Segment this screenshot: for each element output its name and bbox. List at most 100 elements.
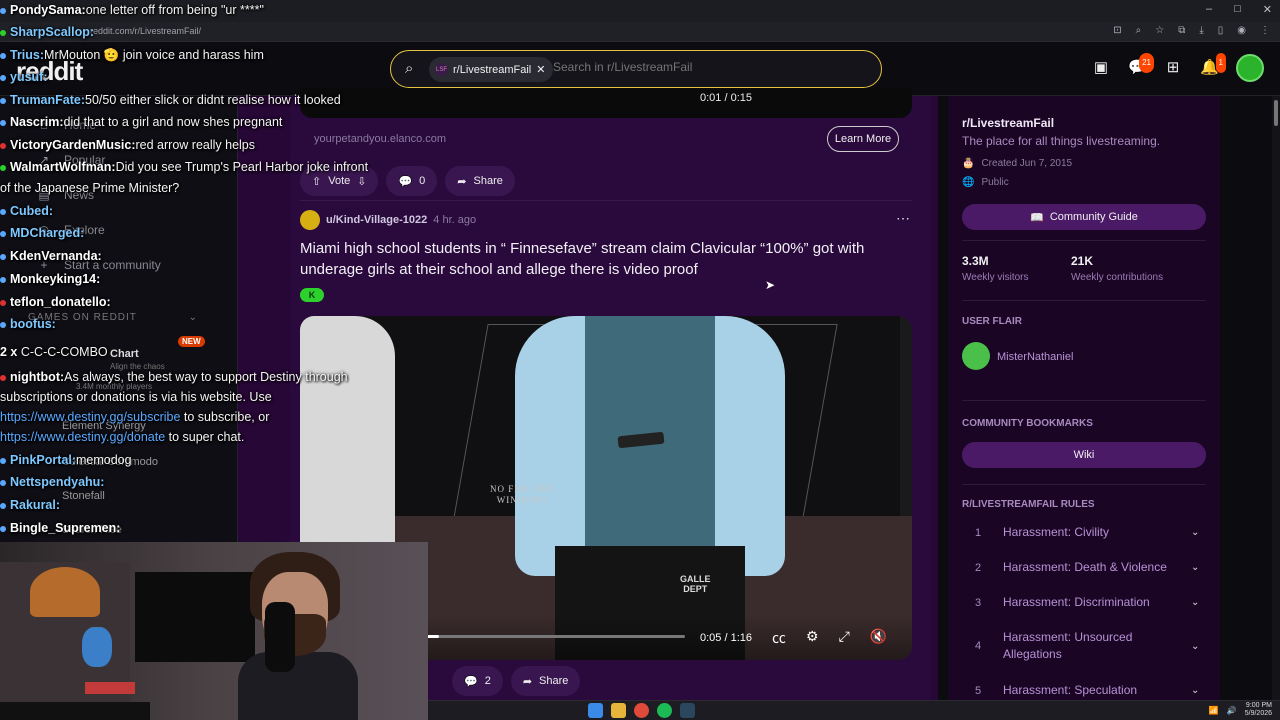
rule-text: Harassment: Discrimination [1003, 595, 1150, 609]
cake-icon: 🎂 [962, 158, 975, 169]
rule-item[interactable]: 4 Harassment: Unsourced Allegations ⌄ [975, 629, 1205, 663]
chat-username[interactable]: 2 x [0, 345, 21, 359]
settings-gear-icon[interactable]: ⚙ [806, 628, 819, 648]
chat-username[interactable]: TrumanFate: [10, 93, 85, 107]
ad-share-button[interactable]: ➦ Share [445, 166, 515, 196]
chat-message: PondySama:one letter off from being "ur … [0, 0, 264, 20]
captions-icon[interactable]: ㏄ [772, 628, 786, 648]
chat-text: memodog [76, 453, 132, 467]
profile-icon[interactable]: ◉ [1237, 25, 1246, 36]
rule-item[interactable]: 2 Harassment: Death & Violence ⌄ [975, 559, 1205, 576]
chat-username[interactable]: Rakural: [10, 498, 60, 512]
chat-username[interactable]: WalmartWolfman: [10, 160, 116, 174]
chat-link[interactable]: https://www.destiny.gg/donate [0, 430, 165, 444]
rule-text: Harassment: Death & Violence [1003, 560, 1167, 574]
rule-number: 4 [975, 640, 982, 652]
menu-dots-icon[interactable]: ⋮ [1260, 25, 1270, 36]
chat-message: Monkeyking14: [0, 269, 100, 289]
wiki-button[interactable]: Wiki [962, 442, 1206, 468]
chat-text: subscriptions or donations is via his we… [0, 390, 272, 404]
scrollbar-thumb[interactable] [1274, 100, 1278, 126]
create-post-icon[interactable]: ⊞ [1164, 59, 1182, 77]
chat-message: SharpScallop: [0, 22, 94, 42]
mute-icon[interactable]: 🔇 [870, 628, 887, 648]
minimize-button[interactable]: – [1206, 3, 1212, 16]
post-comments-button[interactable]: 💬 2 [452, 666, 503, 696]
globe-icon: 🌐 [962, 177, 975, 188]
downloads-icon[interactable]: ⤓ [1199, 25, 1203, 36]
chat-message: Nascrim:did that to a girl and now shes … [0, 112, 282, 132]
chat-username[interactable]: VictoryGardenMusic: [10, 138, 136, 152]
chat-username[interactable]: Trius: [10, 48, 44, 62]
chat-message: TrumanFate:50/50 either slick or didnt r… [0, 90, 341, 110]
windows-start-icon[interactable] [588, 703, 603, 718]
user-avatar[interactable] [1236, 54, 1264, 82]
chat-username[interactable]: Monkeyking14: [10, 272, 100, 286]
search-input[interactable] [553, 60, 853, 74]
chat-username[interactable]: Nascrim: [10, 115, 64, 129]
chat-link[interactable]: https://www.destiny.gg/subscribe [0, 410, 180, 424]
chat-message: Nettspendyahu: [0, 472, 104, 492]
window-controls: – □ ✕ [1206, 3, 1272, 16]
maximize-button[interactable]: □ [1234, 3, 1241, 16]
chat-username[interactable]: Cubed: [10, 204, 53, 218]
bookmarks-heading: COMMUNITY BOOKMARKS [962, 418, 1093, 429]
user-flair-avatar[interactable] [962, 342, 990, 370]
mouse-cursor-icon: ➤ [765, 278, 776, 292]
chrome-icon[interactable] [634, 703, 649, 718]
chat-username[interactable]: teflon_donatello: [10, 295, 111, 309]
chat-message: of the Japanese Prime Minister? [0, 178, 179, 198]
stream-chat-overlay: PondySama:one letter off from being "ur … [0, 0, 420, 545]
rule-item[interactable]: 3 Harassment: Discrimination ⌄ [975, 594, 1205, 611]
rule-item[interactable]: 5 Harassment: Speculation ⌄ [975, 682, 1205, 699]
chat-username[interactable]: nightbot: [10, 370, 64, 384]
extensions-icon[interactable]: ⧉ [1178, 25, 1185, 36]
chat-username[interactable]: KdenVernanda: [10, 249, 102, 263]
fullscreen-icon[interactable]: ⤢ [839, 628, 850, 648]
user-flair-name[interactable]: MisterNathaniel [997, 351, 1073, 363]
chat-username[interactable]: MDCharged: [10, 226, 84, 240]
chat-badge-icon [0, 525, 6, 532]
chat-badge-icon [0, 299, 6, 306]
rule-item[interactable]: 1 Harassment: Civility ⌄ [975, 524, 1205, 541]
sidebar-icon[interactable]: ▯ [1218, 25, 1224, 36]
spotify-icon[interactable] [657, 703, 672, 718]
chat-message: MDCharged: [0, 223, 84, 243]
community-guide-button[interactable]: 📖 Community Guide [962, 204, 1206, 230]
chat-username[interactable]: PinkPortal: [10, 453, 76, 467]
chat-username[interactable]: SharpScallop: [10, 25, 94, 39]
chat-username[interactable]: Nettspendyahu: [10, 475, 104, 489]
search-scope-chip[interactable]: LSF r/LivestreamFail ✕ [429, 57, 554, 82]
chat-message: boofus: [0, 314, 56, 334]
chat-username[interactable]: yusuf: [10, 70, 48, 84]
visibility-label: Public [981, 177, 1009, 188]
chat-username[interactable]: boofus: [10, 317, 56, 331]
community-name[interactable]: r/LivestreamFail [962, 116, 1054, 130]
close-window-button[interactable]: ✕ [1263, 3, 1272, 16]
system-tray: 📶 🔊 9:00 PM 5/9/2026 [1209, 702, 1272, 718]
wifi-icon[interactable]: 📶 [1209, 706, 1219, 715]
chat-username[interactable]: Bingle_Supremen: [10, 521, 120, 535]
chat-message: subscriptions or donations is via his we… [0, 387, 272, 407]
chat-username[interactable]: PondySama: [10, 3, 86, 17]
chat-icon[interactable]: 💬 21 [1128, 53, 1154, 77]
page-scrollbar[interactable] [1272, 96, 1280, 700]
browser-toolbar: ⊡ ⌕ ☆ ⧉ ⤓ ▯ ◉ ⋮ [1113, 25, 1270, 36]
zoom-icon[interactable]: ⌕ [1136, 25, 1142, 36]
rule-number: 2 [975, 561, 982, 574]
taskbar-clock[interactable]: 9:00 PM 5/9/2026 [1245, 702, 1272, 718]
learn-more-button[interactable]: Learn More [827, 126, 899, 152]
file-explorer-icon[interactable] [611, 703, 626, 718]
clear-scope-icon[interactable]: ✕ [536, 63, 545, 76]
notifications-bell-icon[interactable]: 🔔 1 [1200, 53, 1226, 77]
search-bar[interactable]: ⌕ LSF r/LivestreamFail ✕ [390, 50, 882, 88]
volume-icon[interactable]: 🔊 [1227, 706, 1237, 715]
video-progress-bar[interactable] [420, 635, 685, 638]
post-share-button[interactable]: ➦ Share [510, 666, 581, 696]
steam-icon[interactable] [680, 703, 695, 718]
install-icon[interactable]: ⊡ [1113, 25, 1121, 36]
more-options-icon[interactable]: ⋯ [896, 210, 910, 227]
advertise-icon[interactable]: ▣ [1092, 59, 1110, 77]
taskbar-apps [588, 703, 695, 718]
bookmark-star-icon[interactable]: ☆ [1155, 25, 1164, 36]
